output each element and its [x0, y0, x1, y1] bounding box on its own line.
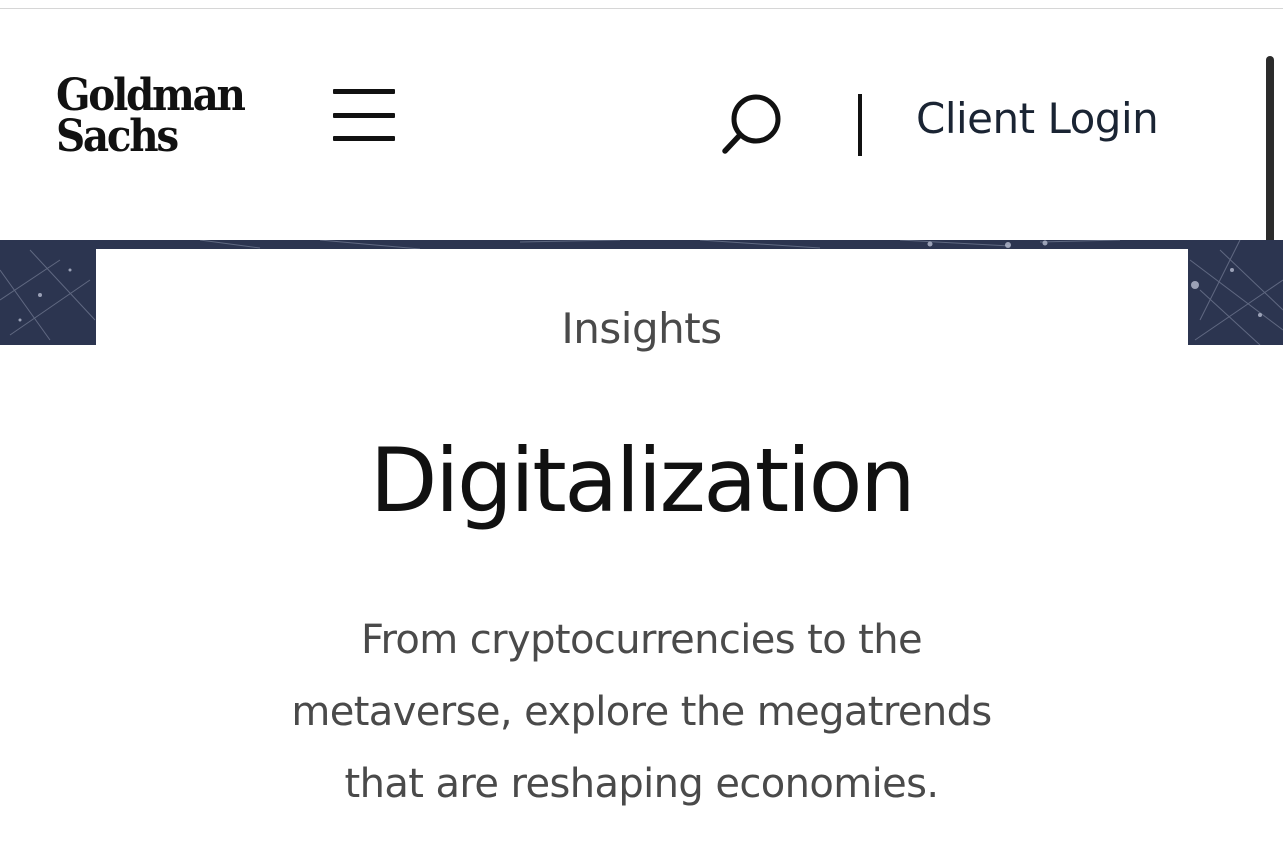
- menu-bar: [333, 113, 395, 118]
- hamburger-menu-button[interactable]: [333, 89, 395, 141]
- page-description: From cryptocurrencies to the metaverse, …: [180, 604, 1103, 820]
- logo-line-1: Goldman: [56, 70, 246, 121]
- client-login-link[interactable]: Client Login: [916, 93, 1159, 145]
- page-title: Digitalization: [369, 429, 916, 532]
- description-line: From cryptocurrencies to the: [360, 617, 923, 663]
- menu-bar: [333, 89, 395, 94]
- description-line: that are reshaping economies.: [344, 761, 940, 807]
- menu-bar: [333, 136, 395, 141]
- section-eyebrow: Insights: [561, 304, 722, 353]
- goldman-sachs-logo[interactable]: Goldman Sachs: [56, 70, 246, 162]
- header-divider: [858, 94, 862, 156]
- search-button[interactable]: [720, 91, 786, 157]
- logo-line-2: Sachs: [56, 111, 179, 162]
- description-line: metaverse, explore the megatrends: [291, 689, 992, 735]
- search-icon: [722, 94, 781, 154]
- page: Goldman Sachs Client Login Insights Digi…: [0, 0, 1283, 864]
- site-header: Goldman Sachs Client Login: [0, 9, 1283, 241]
- scrollbar-thumb[interactable]: [1266, 56, 1274, 268]
